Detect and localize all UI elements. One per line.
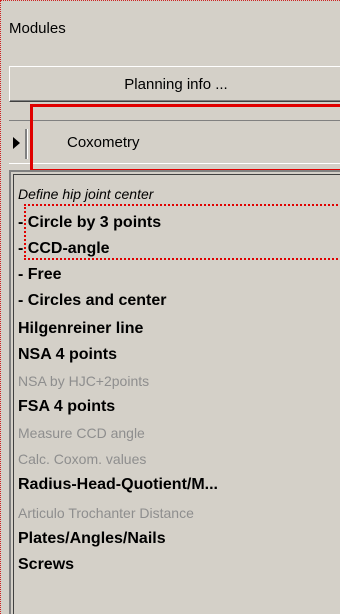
list-item[interactable]: Plates/Angles/Nails	[18, 528, 166, 550]
planning-info-button[interactable]: Planning info ...	[9, 66, 340, 102]
list-item[interactable]: Define hip joint center	[18, 183, 153, 205]
list-item[interactable]: Screws	[18, 554, 74, 576]
panel-title: Modules	[9, 20, 66, 37]
list-item[interactable]: - Free	[18, 264, 62, 286]
module-selector-label: Coxometry	[67, 134, 140, 151]
list-item[interactable]: NSA by HJC+2points	[18, 370, 149, 392]
list-item[interactable]: Calc. Coxom. values	[18, 448, 146, 470]
module-selector[interactable]: Coxometry	[9, 120, 340, 164]
list-item[interactable]: Hilgenreiner line	[18, 318, 143, 340]
list-item[interactable]: - Circles and center	[18, 290, 167, 312]
list-item[interactable]: Measure CCD angle	[18, 422, 145, 444]
modules-panel: Modules Planning info ... Coxometry Defi…	[0, 0, 340, 614]
list-item[interactable]: - CCD-angle	[18, 238, 110, 260]
list-item[interactable]: NSA 4 points	[18, 344, 117, 366]
triangle-right-icon[interactable]	[13, 137, 20, 149]
list-item[interactable]: Articulo Trochanter Distance	[18, 502, 194, 524]
list-item[interactable]: - Circle by 3 points	[18, 212, 161, 234]
list-item[interactable]: FSA 4 points	[18, 396, 115, 418]
list-item[interactable]: Radius-Head-Quotient/M...	[18, 474, 218, 496]
row-separator	[25, 129, 28, 159]
